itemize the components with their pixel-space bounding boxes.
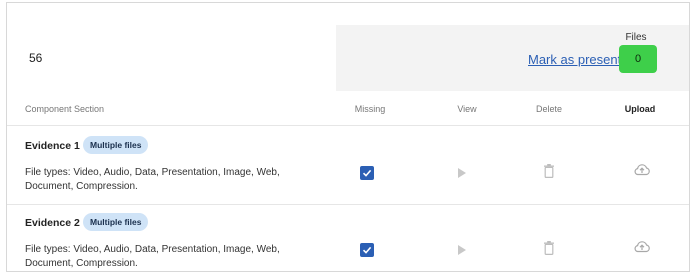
multiple-files-badge: Multiple files [83, 136, 149, 154]
status-area: Mark as present Files 0 [336, 25, 689, 91]
cloud-upload-icon[interactable] [633, 162, 651, 181]
checkmark-icon [362, 169, 372, 177]
table-header: Component Section Missing View Delete Up… [7, 95, 689, 126]
header-component-section: Component Section [25, 104, 105, 114]
table-row: Evidence 1 Multiple files File types: Vi… [7, 126, 689, 205]
file-types-text: File types: Video, Audio, Data, Presenta… [25, 167, 280, 192]
file-types-text: File types: Video, Audio, Data, Presenta… [25, 244, 280, 269]
play-icon[interactable] [457, 166, 467, 184]
checkmark-icon [362, 246, 372, 254]
table-row: Evidence 2 Multiple files File types: Vi… [7, 203, 689, 271]
multiple-files-badge: Multiple files [83, 213, 149, 231]
evidence-title: Evidence 2 [25, 217, 80, 229]
play-icon[interactable] [457, 243, 467, 261]
cloud-upload-icon[interactable] [633, 239, 651, 258]
header-upload: Upload [624, 104, 656, 114]
missing-checkbox[interactable] [360, 243, 374, 257]
missing-checkbox[interactable] [360, 166, 374, 180]
top-bar: 56 Mark as present Files 0 [7, 3, 689, 91]
evidence-panel: 56 Mark as present Files 0 Component Sec… [6, 2, 690, 272]
mark-as-present-link[interactable]: Mark as present [528, 52, 621, 67]
header-missing: Missing [354, 104, 386, 114]
trash-icon[interactable] [543, 241, 555, 260]
evidence-title: Evidence 1 [25, 140, 80, 152]
trash-icon[interactable] [543, 164, 555, 183]
header-view: View [457, 104, 477, 114]
files-label: Files [625, 32, 647, 43]
number-value[interactable]: 56 [29, 51, 42, 65]
files-count-badge: 0 [619, 45, 657, 73]
header-delete: Delete [535, 104, 562, 114]
number-field-area: 56 [7, 3, 336, 83]
